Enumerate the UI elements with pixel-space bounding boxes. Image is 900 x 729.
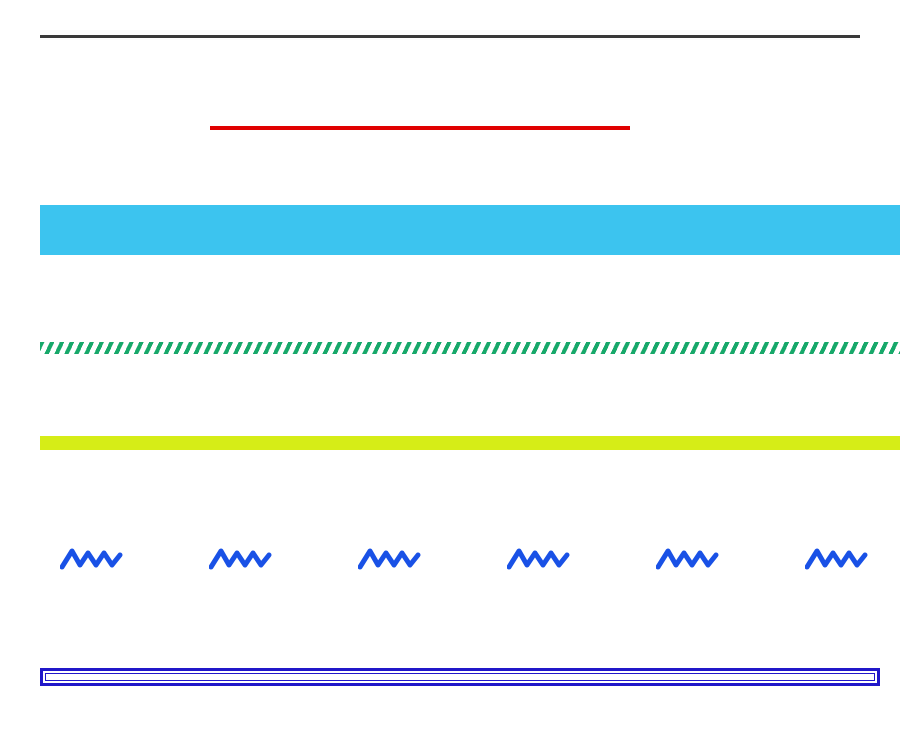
line-solid-lime xyxy=(40,436,900,450)
zigzag-segment-icon xyxy=(507,545,577,573)
zigzag-segment-icon xyxy=(60,545,130,573)
line-double-border-blue xyxy=(40,668,880,686)
line-thin-solid-red xyxy=(210,126,630,130)
line-zigzag-blue xyxy=(60,544,875,574)
line-thick-solid-cyan xyxy=(40,205,900,255)
line-thin-solid-black xyxy=(40,35,860,38)
zigzag-segment-icon xyxy=(209,545,279,573)
line-hatched-green xyxy=(40,342,900,354)
zigzag-segment-icon xyxy=(656,545,726,573)
zigzag-segment-icon xyxy=(805,545,875,573)
zigzag-segment-icon xyxy=(358,545,428,573)
